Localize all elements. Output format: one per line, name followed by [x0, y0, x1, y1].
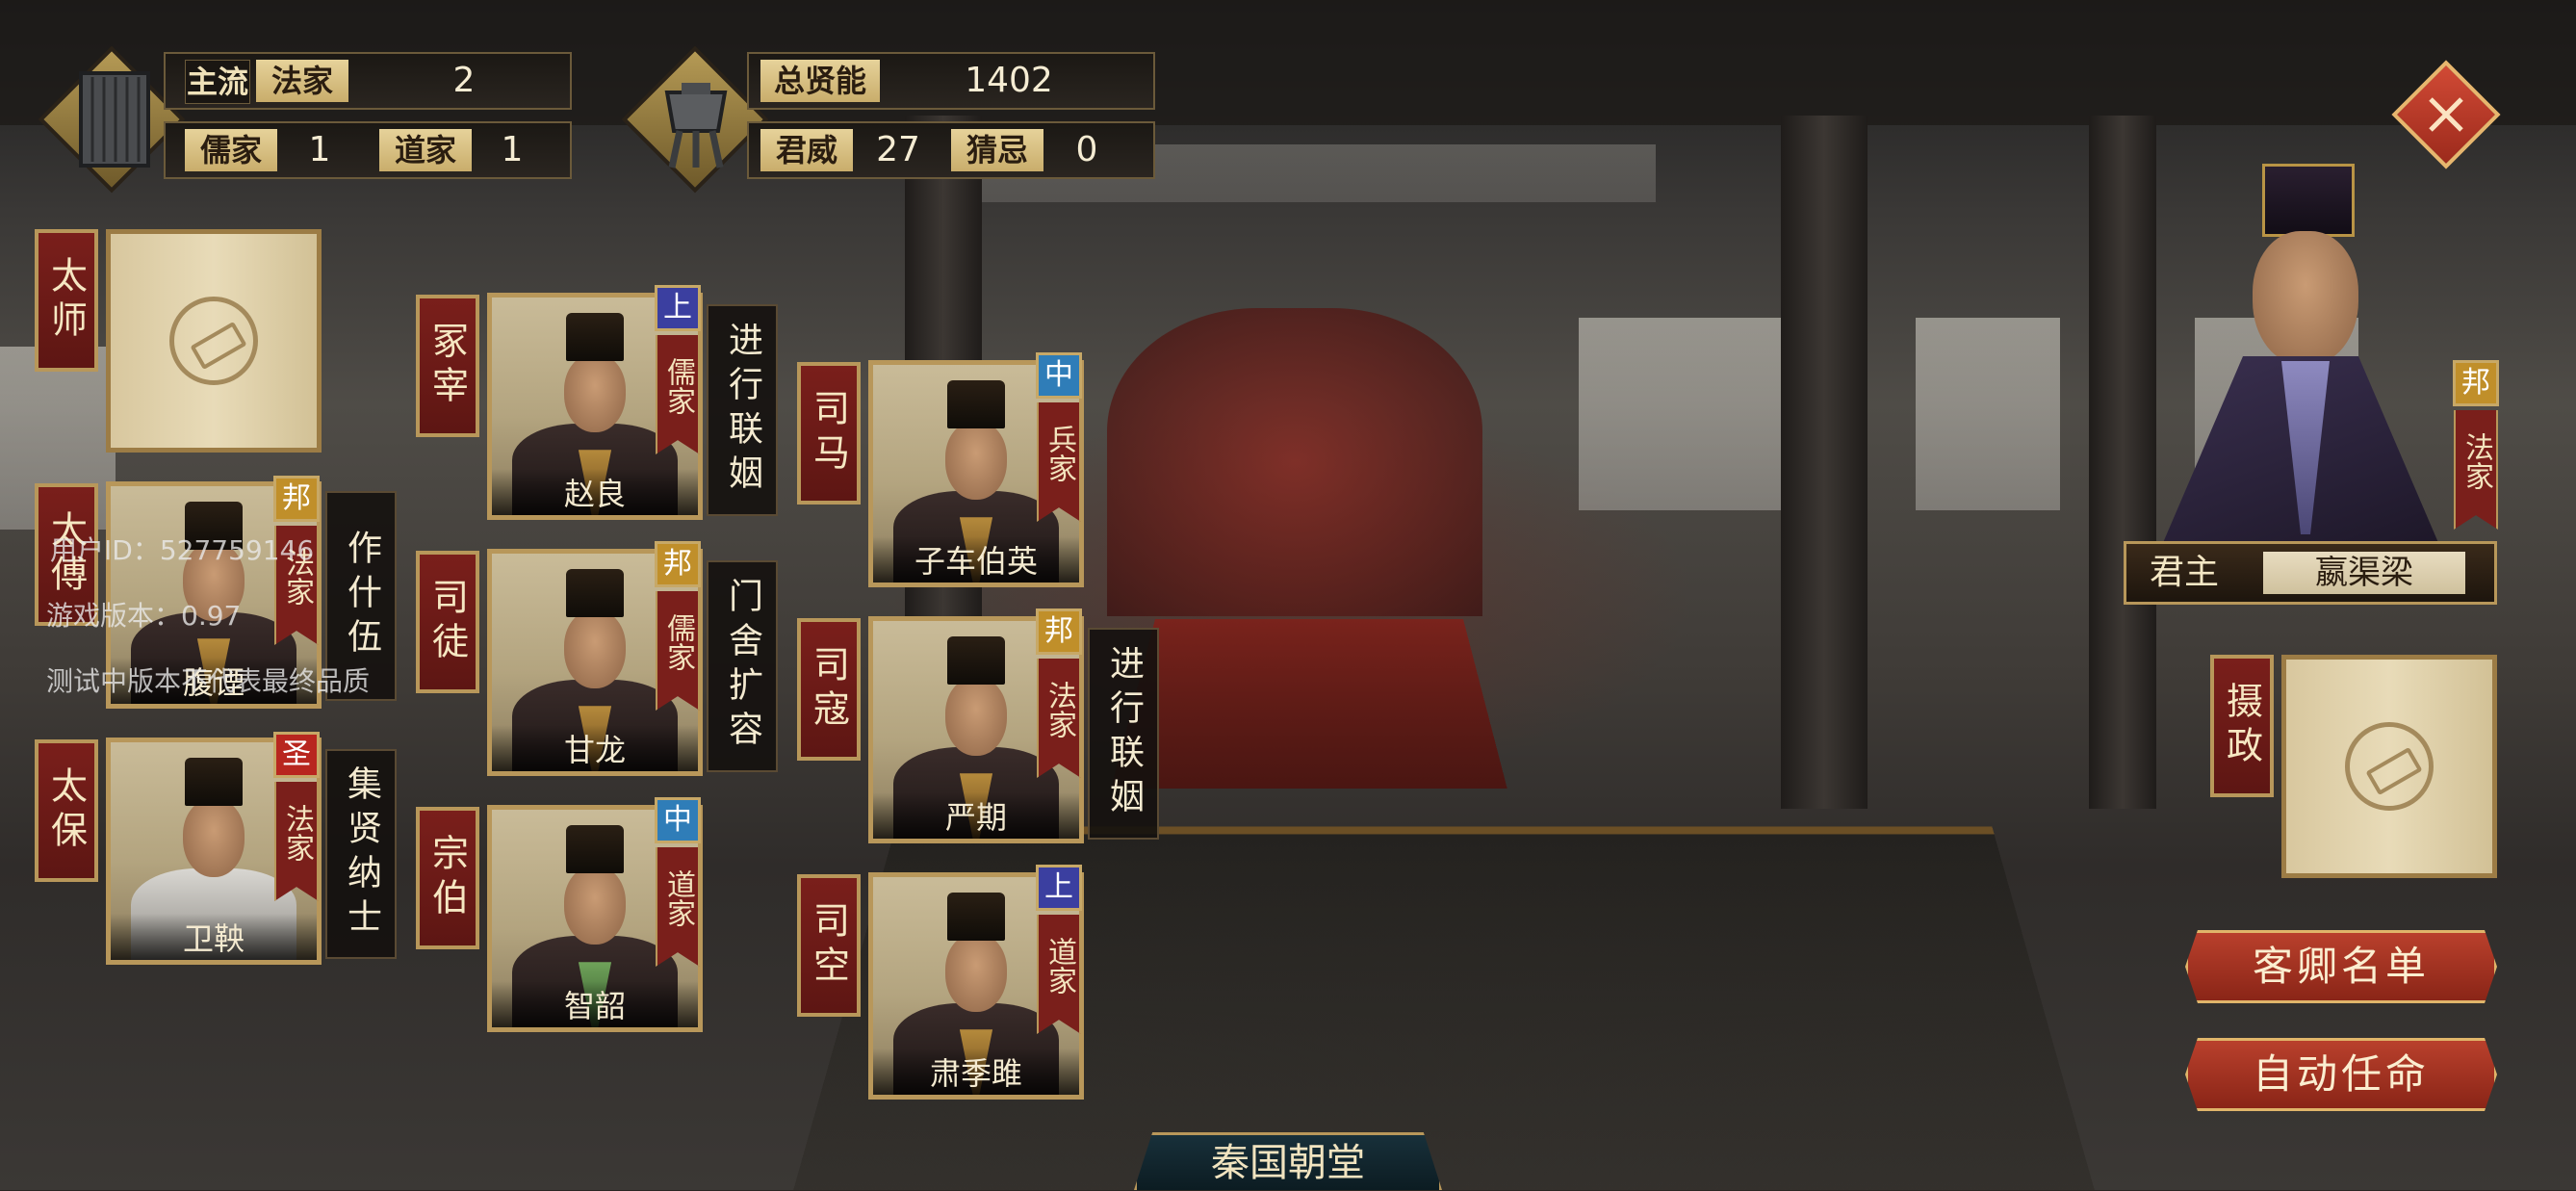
ruler-name: 嬴渠梁 [2263, 552, 2465, 594]
school-ribbon: 道家 [656, 847, 700, 967]
suspicion-value: 0 [1053, 129, 1121, 171]
task-label: 门舍扩容 [707, 560, 778, 772]
official-name: 赵良 [492, 469, 698, 515]
office-title: 太保 [35, 739, 98, 882]
total-talent-row: 总贤能 1402 [747, 52, 1155, 110]
school-confucian-label: 儒家 [185, 129, 277, 171]
rank-badge: 上 [1036, 865, 1082, 911]
mainstream-school: 法家 [256, 60, 348, 102]
empty-slot-icon [2345, 722, 2434, 811]
school-ribbon: 儒家 [656, 591, 700, 711]
guest-list-button[interactable]: 客卿名单 [2185, 930, 2497, 1003]
rank-badge: 邦 [273, 476, 320, 522]
official-name: 子车伯英 [873, 536, 1079, 583]
mainstream-count: 2 [425, 60, 502, 102]
rank-badge: 邦 [1036, 608, 1082, 655]
office-title: 摄政 [2210, 655, 2274, 797]
auto-appoint-button[interactable]: 自动任命 [2185, 1038, 2497, 1111]
office-title: 司马 [797, 362, 861, 505]
mainstream-row: 主流 法家 2 [164, 52, 572, 110]
version-watermark: 游戏版本：0.97 [46, 595, 241, 634]
prestige-value: 27 [864, 129, 932, 171]
official-name: 智韶 [492, 981, 698, 1027]
rank-badge: 中 [1036, 352, 1082, 399]
disclaimer-watermark: 测试中版本不代表最终品质 [46, 660, 370, 699]
rank-badge: 上 [655, 285, 701, 331]
office-title: 司空 [797, 874, 861, 1017]
task-label: 进行联姻 [1088, 628, 1159, 840]
school-taoist-count: 1 [483, 129, 541, 171]
empty-slot[interactable] [2281, 655, 2497, 878]
suspicion-label: 猜忌 [951, 129, 1043, 171]
office-title: 司徒 [416, 551, 479, 693]
page-title: 秦国朝堂 [1134, 1132, 1442, 1190]
close-icon [2417, 86, 2475, 143]
total-talent-label: 总贤能 [760, 60, 880, 102]
scroll-icon [62, 64, 167, 179]
school-ribbon: 兵家 [1037, 402, 1081, 522]
rank-badge: 圣 [273, 732, 320, 778]
schools-row: 儒家 1 道家 1 [164, 121, 572, 179]
bronze-vessel-icon [643, 64, 749, 179]
official-name: 严期 [873, 792, 1079, 839]
empty-slot[interactable] [106, 229, 322, 453]
office-title: 司寇 [797, 618, 861, 761]
school-ribbon: 法家 [1037, 659, 1081, 778]
office-title: 冢宰 [416, 295, 479, 437]
rank-badge: 中 [655, 797, 701, 843]
ruler-school-ribbon: 法家 [2454, 410, 2498, 530]
ruler-nameplate: 君主 嬴渠梁 [2124, 541, 2497, 605]
ruler-rank-badge: 邦 [2453, 360, 2499, 406]
prestige-label: 君威 [760, 129, 853, 171]
rank-badge: 邦 [655, 541, 701, 587]
user-id-watermark: 用户ID：527759146 [50, 530, 314, 568]
empty-slot-icon [169, 297, 258, 385]
ruler-label: 君主 [2150, 550, 2236, 596]
school-ribbon: 法家 [274, 782, 319, 901]
official-name: 卫鞅 [111, 914, 317, 960]
school-confucian-count: 1 [291, 129, 348, 171]
task-label: 集贤纳士 [325, 749, 397, 959]
ruler-portrait[interactable] [2060, 154, 2445, 558]
official-name: 甘龙 [492, 725, 698, 771]
mainstream-label: 主流 [185, 60, 250, 104]
school-ribbon: 儒家 [656, 335, 700, 454]
official-name: 肃季雎 [873, 1049, 1079, 1095]
office-title: 太师 [35, 229, 98, 372]
office-title: 宗伯 [416, 807, 479, 949]
total-talent-value: 1402 [941, 60, 1076, 102]
task-label: 进行联姻 [707, 304, 778, 516]
school-taoist-label: 道家 [379, 129, 472, 171]
school-ribbon: 道家 [1037, 915, 1081, 1034]
close-button[interactable] [2393, 62, 2499, 168]
prestige-row: 君威 27 猜忌 0 [747, 121, 1155, 179]
